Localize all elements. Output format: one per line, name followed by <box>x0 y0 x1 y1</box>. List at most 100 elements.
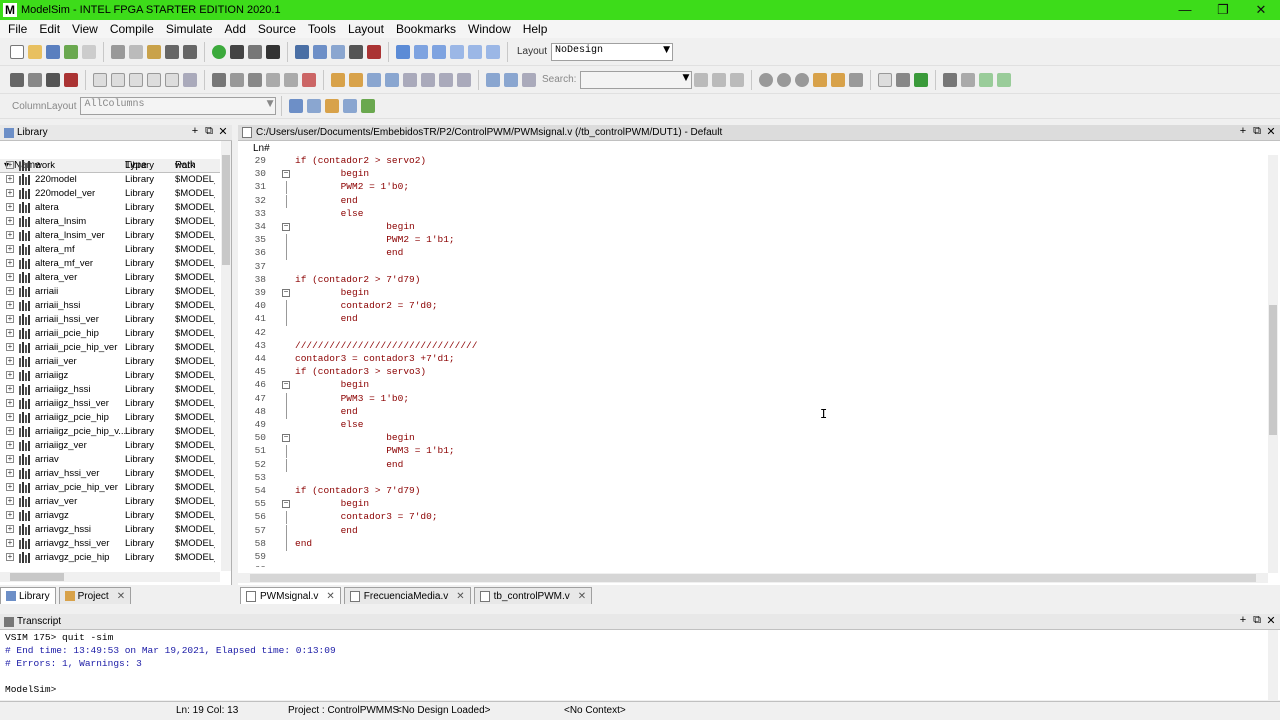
wave-columns-icon[interactable] <box>896 72 911 87</box>
library-row[interactable]: + arriav_pcie_hip_ver Library $MODEL_ <box>0 481 220 495</box>
code-line[interactable]: 43 //////////////////////////////// <box>238 340 1268 353</box>
editor-vertical-scrollbar[interactable] <box>1268 155 1278 573</box>
library-row[interactable]: + arriav_ver Library $MODEL_ <box>0 495 220 509</box>
reload-icon[interactable] <box>64 44 78 59</box>
expand-icon[interactable]: + <box>6 539 14 547</box>
library-row[interactable]: + arriav_hssi_ver Library $MODEL_ <box>0 467 220 481</box>
code-line[interactable]: 51 PWM3 = 1'b1; <box>238 445 1268 459</box>
code-line[interactable]: 52 end <box>238 458 1268 472</box>
expand-icon[interactable]: + <box>6 455 14 463</box>
library-row[interactable]: + altera_mf Library $MODEL_ <box>0 243 220 257</box>
library-row[interactable]: + altera_lnsim_ver Library $MODEL_ <box>0 229 220 243</box>
source-editor[interactable]: Ln# 29 if (contador2 > servo2) 30− begin 31… <box>238 141 1280 585</box>
code-line[interactable]: 39 − begin <box>238 287 1268 300</box>
scrollbar-thumb[interactable] <box>250 574 1256 582</box>
find-previous-edge-icon[interactable] <box>331 72 345 87</box>
expand-icon[interactable]: + <box>6 427 14 435</box>
library-row[interactable]: + arriaii_pcie_hip_ver Library $MODEL_ <box>0 341 220 355</box>
expand-icon[interactable]: + <box>6 371 14 379</box>
edge-right-icon[interactable] <box>385 72 399 87</box>
close-icon[interactable]: ✕ <box>326 591 334 602</box>
expand-icon[interactable]: + <box>6 259 14 267</box>
wave-internal-icon[interactable] <box>147 72 161 87</box>
menu-add[interactable]: Add <box>219 22 252 36</box>
code-line[interactable]: 36 end <box>238 247 1268 261</box>
code-line[interactable]: 45 if (contador3 > servo3) <box>238 366 1268 379</box>
code-line[interactable]: 46 − begin <box>238 379 1268 392</box>
transcript-console[interactable]: VSIM 175> quit -sim # End time: 13:49:53 … <box>0 630 1280 700</box>
step-out-icon[interactable] <box>432 44 446 59</box>
expand-icon[interactable]: + <box>6 329 14 337</box>
layout-select[interactable]: NoDesign ▼ <box>551 42 674 61</box>
panel-float-icon[interactable]: ⧉ <box>1250 614 1264 627</box>
step-continue-icon[interactable] <box>468 44 482 59</box>
tab-source-file[interactable]: PWMsignal.v ✕ <box>240 587 341 604</box>
code-line[interactable]: 47 PWM3 = 1'b0; <box>238 392 1268 406</box>
edit-mode-icon[interactable] <box>266 72 280 87</box>
zoom-in-icon[interactable] <box>759 72 774 87</box>
close-icon[interactable]: ✕ <box>456 591 464 602</box>
zoom-out-icon[interactable] <box>777 72 792 87</box>
expand-icon[interactable]: + <box>6 497 14 505</box>
menu-file[interactable]: File <box>2 22 33 36</box>
expand-icon[interactable]: + <box>6 399 14 407</box>
compile-all-icon[interactable] <box>295 44 309 59</box>
search-binoculars-icon[interactable] <box>694 72 709 87</box>
code-line[interactable]: 55 − begin <box>238 498 1268 511</box>
panel-dock-icon[interactable]: + <box>1236 125 1250 138</box>
library-row[interactable]: + arriaiigz_ver Library $MODEL_ <box>0 439 220 453</box>
expand-icon[interactable]: + <box>6 385 14 393</box>
library-row[interactable]: + arriaiigz_hssi Library $MODEL_ <box>0 383 220 397</box>
zoom-full-icon[interactable] <box>795 72 810 87</box>
library-row[interactable]: + altera_ver Library $MODEL_ <box>0 271 220 285</box>
wave-format-icon[interactable] <box>93 72 107 87</box>
code-line[interactable]: 54 if (contador3 > 7'd79) <box>238 485 1268 498</box>
library-row[interactable]: +220model Library $MODEL_ <box>0 173 220 187</box>
code-line[interactable]: 42 <box>238 327 1268 340</box>
add-list-icon[interactable] <box>307 99 322 113</box>
add-wave-icon[interactable] <box>289 99 304 113</box>
zoom-mode-icon[interactable] <box>230 72 244 87</box>
library-row[interactable]: + arriaii_ver Library $MODEL_ <box>0 355 220 369</box>
code-line[interactable]: 31 PWM2 = 1'b0; <box>238 181 1268 195</box>
library-vertical-scrollbar[interactable] <box>221 141 231 571</box>
expand-icon[interactable]: + <box>6 413 14 421</box>
library-row[interactable]: + arriavgz_hssi Library $MODEL_ <box>0 523 220 537</box>
wave-save-icon[interactable] <box>46 72 60 87</box>
code-line[interactable]: 35 PWM2 = 1'b1; <box>238 234 1268 248</box>
step-over-icon[interactable] <box>414 44 428 59</box>
new-file-icon[interactable] <box>10 44 24 59</box>
paste-icon[interactable] <box>147 44 161 59</box>
save-icon[interactable] <box>46 44 60 59</box>
edge-down-icon[interactable] <box>421 72 435 87</box>
search-input[interactable]: ▼ <box>580 70 693 89</box>
search-next-icon[interactable] <box>712 72 727 87</box>
library-row[interactable]: + arriaii_hssi Library $MODEL_ <box>0 299 220 313</box>
fold-toggle-icon[interactable]: − <box>282 289 290 297</box>
expand-icon[interactable]: + <box>6 469 14 477</box>
code-line[interactable]: 37 <box>238 261 1268 274</box>
copy-icon[interactable] <box>129 44 143 59</box>
expand-icon[interactable]: + <box>6 525 14 533</box>
library-row[interactable]: + arriav Library $MODEL_ <box>0 453 220 467</box>
menu-help[interactable]: Help <box>517 22 554 36</box>
code-line[interactable]: 49 else <box>238 419 1268 432</box>
close-icon[interactable]: ✕ <box>578 591 586 602</box>
menu-window[interactable]: Window <box>462 22 517 36</box>
measure-icon[interactable] <box>284 72 298 87</box>
print-icon[interactable] <box>82 44 96 59</box>
transcript-vertical-scrollbar[interactable] <box>1268 630 1278 700</box>
restart-icon[interactable] <box>349 44 363 59</box>
close-button[interactable]: ✕ <box>1242 0 1280 20</box>
wave-all-icon[interactable] <box>165 72 179 87</box>
fold-toggle-icon[interactable]: − <box>282 434 290 443</box>
code-line[interactable]: 50 − begin <box>238 432 1268 445</box>
menu-edit[interactable]: Edit <box>33 22 66 36</box>
wave-grid-icon[interactable] <box>943 72 958 87</box>
library-row[interactable]: + arriaiigz Library $MODEL_ <box>0 369 220 383</box>
insert-cursor-icon[interactable] <box>302 72 316 87</box>
close-icon[interactable]: ✕ <box>117 591 125 602</box>
library-row[interactable]: + arriavgz_hssi_ver Library $MODEL_ <box>0 537 220 551</box>
edge-rise-icon[interactable] <box>457 72 471 87</box>
code-line[interactable]: 48 end <box>238 405 1268 419</box>
